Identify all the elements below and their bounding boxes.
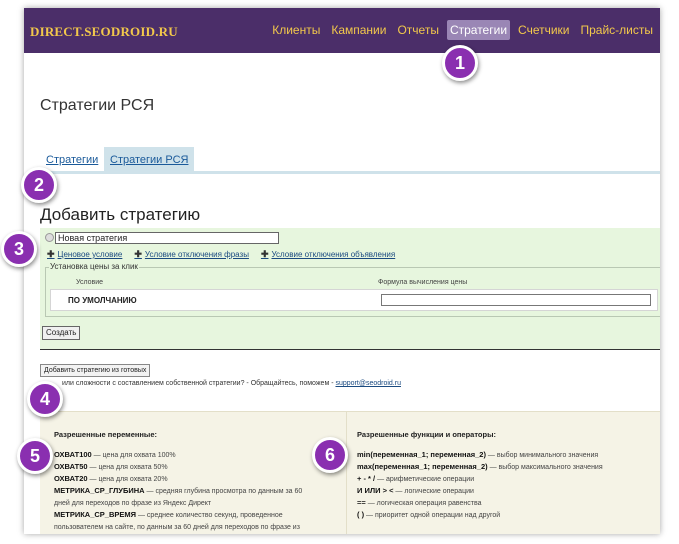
variable-item: ОХВАТ20 — цена для охвата 20% [54, 474, 168, 483]
add-strategy-title: Добавить стратегию [40, 205, 201, 224]
nav-strategies[interactable]: Стратегии [446, 20, 511, 40]
variable-item: ОХВАТ50 — цена для охвата 50% [54, 462, 168, 471]
function-item: + - * / — арифметические операции [357, 474, 475, 483]
strategy-form: Новая стратегия ✚ Ценовое условие ✚ Услови… [40, 228, 660, 350]
callout-badge-3: 3 [1, 231, 37, 267]
create-button[interactable]: Создать [42, 326, 81, 340]
function-item: И ИЛИ > < — логические операции [357, 486, 474, 495]
main-nav: Клиенты Кампании Отчеты Стратегии Счетчи… [264, 20, 656, 40]
variable-item: МЕТРИКА_СР_ВРЕМЯ — среднее количество се… [54, 510, 283, 519]
strategy-name-input[interactable]: Новая стратегия [55, 232, 279, 244]
function-item: max(переменная_1; переменная_2) — выбор … [357, 462, 603, 471]
click-price-fieldset: Установка цены за клик Условие Формула в… [45, 262, 660, 317]
variable-item: пользователем на сайте, по данным за 60 … [54, 524, 300, 531]
callout-badge-5: 5 [17, 438, 53, 474]
column-formula: Формула вычисления цены [378, 279, 468, 286]
default-condition-label: ПО УМОЛЧАНИЮ [68, 296, 137, 305]
callout-badge-6: 6 [312, 437, 348, 473]
fieldset-legend: Установка цены за клик [49, 262, 139, 271]
plus-icon: ✚ [134, 249, 142, 259]
strategy-tabs: Стратегии Стратегии РСЯ [40, 147, 660, 174]
plus-icon: ✚ [47, 249, 55, 259]
function-item: min(переменная_1; переменная_2) — выбор … [357, 450, 599, 459]
variables-heading: Разрешенные переменные: [54, 430, 157, 439]
link-label: Условие отключения объявления [271, 250, 396, 259]
link-label: Ценовое условие [57, 250, 123, 259]
link-label: Условие отключения фразы [144, 250, 249, 259]
site-logo[interactable]: DIRECT.SEODROID.RU [30, 24, 178, 40]
add-phrase-off-condition-link[interactable]: ✚ Условие отключения фразы [134, 249, 249, 260]
add-ad-off-condition-link[interactable]: ✚ Условие отключения объявления [261, 249, 395, 260]
help-text: или сложности с составлением собственной… [62, 380, 401, 387]
default-row: ПО УМОЛЧАНИЮ [50, 289, 658, 311]
help-message: или сложности с составлением собственной… [62, 380, 336, 387]
variable-item: дней для переходов по фразе из Яндекс Ди… [54, 500, 212, 507]
function-item: == — логическая операция равенства [357, 498, 482, 507]
nav-reports[interactable]: Отчеты [394, 20, 441, 40]
callout-badge-1: 1 [442, 45, 478, 81]
function-item: ( ) — приоритет одной операции над друго… [357, 510, 501, 519]
top-navbar: DIRECT.SEODROID.RU Клиенты Кампании Отче… [24, 8, 660, 53]
tab-strategies-rsya[interactable]: Стратегии РСЯ [104, 147, 195, 174]
add-from-ready-button[interactable]: Добавить стратегию из готовых [40, 364, 151, 377]
functions-heading: Разрешенные функции и операторы: [357, 430, 496, 439]
reference-panel: Разрешенные переменные: ОХВАТ100 — цена … [40, 411, 660, 534]
condition-links: ✚ Ценовое условие ✚ Условие отключения фра… [47, 249, 407, 260]
nav-campaigns[interactable]: Кампании [328, 20, 389, 40]
nav-counters[interactable]: Счетчики [515, 20, 572, 40]
variable-item: ОХВАТ100 — цена для охвата 100% [54, 450, 176, 459]
formula-input[interactable] [381, 294, 651, 306]
nav-clients[interactable]: Клиенты [269, 20, 323, 40]
add-price-condition-link[interactable]: ✚ Ценовое условие [47, 249, 122, 260]
callout-badge-4: 4 [27, 381, 63, 417]
support-email-link[interactable]: support@seodroid.ru [335, 380, 400, 387]
page-title: Стратегии РСЯ [40, 97, 155, 114]
plus-icon: ✚ [260, 249, 269, 259]
nav-price-lists[interactable]: Прайс-листы [578, 20, 657, 40]
functions-column: Разрешенные функции и операторы: min(пер… [346, 412, 660, 534]
callout-badge-2: 2 [21, 167, 57, 203]
variable-item: МЕТРИКА_СР_ГЛУБИНА — средняя глубина про… [54, 486, 303, 495]
strategy-radio[interactable] [45, 233, 54, 242]
column-condition: Условие [76, 279, 104, 286]
variables-column: Разрешенные переменные: ОХВАТ100 — цена … [40, 412, 340, 534]
